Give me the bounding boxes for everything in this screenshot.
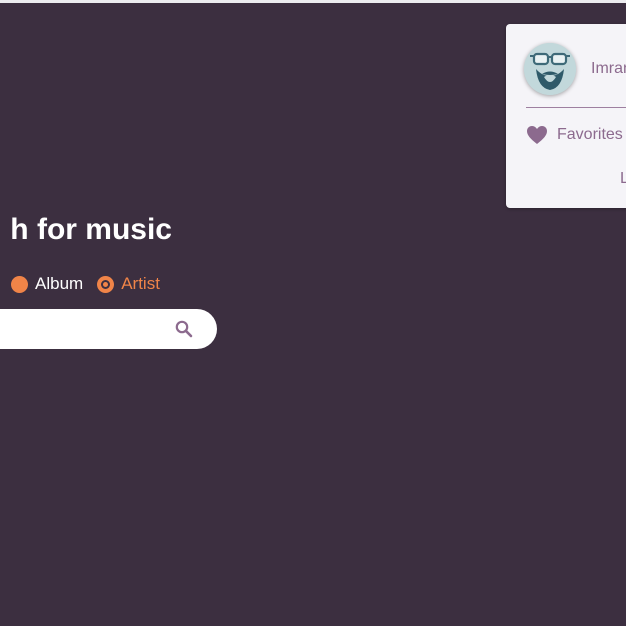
favorites-label: Favorites <box>557 126 623 143</box>
logout-link[interactable]: L <box>620 170 626 188</box>
page: h for music Album Artist Imra Favorites … <box>0 0 626 626</box>
user-name: Imran <box>591 60 626 77</box>
radio-label-album[interactable]: Album <box>35 274 83 294</box>
radio-album[interactable]: Album <box>11 274 83 294</box>
favorites-link[interactable]: Favorites <box>526 125 623 145</box>
radio-label-artist[interactable]: Artist <box>121 274 160 294</box>
search-bar <box>0 309 217 351</box>
heart-icon <box>526 125 548 145</box>
radio-button-album[interactable] <box>11 275 28 293</box>
bearded-glasses-avatar-icon <box>524 43 576 95</box>
user-menu-card: Imran Favorites L <box>506 24 626 208</box>
user-avatar[interactable] <box>524 43 576 95</box>
radio-button-artist[interactable] <box>97 275 115 293</box>
radio-artist[interactable]: Artist <box>97 274 160 294</box>
page-title: h for music <box>10 213 172 246</box>
top-border <box>0 0 626 3</box>
search-input[interactable] <box>10 309 174 351</box>
search-type-radio-group: Album Artist <box>11 274 174 294</box>
menu-divider <box>526 107 626 108</box>
search-icon[interactable] <box>174 319 194 339</box>
